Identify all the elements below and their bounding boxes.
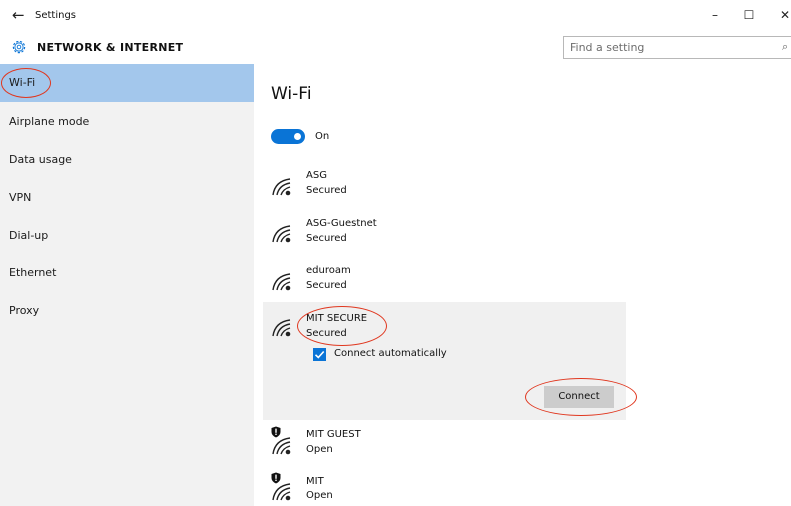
sidebar-item-proxy[interactable]: Proxy	[0, 292, 254, 330]
maximize-button[interactable]: ☐	[734, 4, 764, 26]
search-box[interactable]: ⌕	[563, 36, 791, 59]
connect-automatically-checkbox[interactable]	[313, 348, 326, 361]
sidebar-item-label: VPN	[9, 191, 32, 204]
checkmark-icon	[314, 350, 325, 359]
app-title: Settings	[35, 10, 77, 21]
annotation-circle-wifi	[1, 68, 51, 98]
network-item-mit-secure[interactable]: MIT SECURE Secured Connect automatically…	[263, 302, 637, 420]
sidebar-item-label: Ethernet	[9, 266, 57, 279]
network-status: Secured	[306, 185, 347, 196]
back-arrow-icon[interactable]: ←	[12, 6, 25, 24]
connect-automatically-label: Connect automatically	[334, 348, 447, 359]
sidebar-item-dial-up[interactable]: Dial-up	[0, 217, 254, 255]
annotation-circle-connect	[525, 378, 637, 416]
network-item-eduroam[interactable]: eduroam Secured	[263, 256, 626, 302]
network-name: ASG-Guestnet	[306, 218, 377, 229]
network-name: MIT	[306, 476, 324, 487]
network-status: Open	[306, 444, 333, 455]
title-bar: ← Settings – ☐ ✕	[0, 0, 791, 32]
network-status: Open	[306, 490, 333, 501]
toggle-knob	[294, 133, 301, 140]
network-status: Secured	[306, 233, 347, 244]
network-name: eduroam	[306, 265, 351, 276]
toggle-label: On	[315, 131, 330, 142]
network-item-mit-guest[interactable]: MIT GUEST Open	[263, 420, 626, 468]
wifi-signal-icon	[272, 319, 291, 337]
sidebar: Wi-Fi Airplane mode Data usage VPN Dial-…	[0, 64, 254, 506]
sidebar-item-label: Proxy	[9, 304, 40, 317]
close-button[interactable]: ✕	[770, 4, 791, 26]
network-status: Secured	[306, 280, 347, 291]
wifi-signal-icon	[272, 225, 291, 243]
sidebar-item-label: Data usage	[9, 153, 72, 166]
main-content: Wi-Fi On ASG Secured ASG-Guestnet Secure…	[254, 64, 791, 506]
minimize-button[interactable]: –	[700, 4, 730, 26]
wifi-signal-icon	[272, 178, 291, 196]
gear-icon	[12, 40, 26, 54]
section-title: NETWORK & INTERNET	[37, 41, 184, 54]
sidebar-item-data-usage[interactable]: Data usage	[0, 141, 254, 179]
header-row: NETWORK & INTERNET ⌕	[0, 32, 791, 64]
sidebar-item-airplane-mode[interactable]: Airplane mode	[0, 103, 254, 141]
sidebar-item-label: Airplane mode	[9, 115, 90, 128]
sidebar-item-label: Dial-up	[9, 229, 49, 242]
search-icon[interactable]: ⌕	[782, 40, 788, 54]
network-item-mit[interactable]: MIT Open	[263, 468, 626, 506]
network-name: ASG	[306, 170, 327, 181]
sidebar-item-vpn[interactable]: VPN	[0, 179, 254, 217]
network-item-asg-guestnet[interactable]: ASG-Guestnet Secured	[263, 209, 626, 256]
search-input[interactable]	[570, 40, 770, 55]
page-title: Wi-Fi	[271, 84, 312, 104]
wifi-signal-icon	[272, 273, 291, 291]
network-item-asg[interactable]: ASG Secured	[263, 163, 626, 209]
annotation-circle-network	[297, 306, 387, 346]
wifi-toggle[interactable]	[271, 129, 305, 144]
wifi-signal-icon	[272, 437, 291, 455]
sidebar-item-ethernet[interactable]: Ethernet	[0, 254, 254, 292]
wifi-signal-icon	[272, 483, 291, 501]
sidebar-item-wifi[interactable]: Wi-Fi	[0, 64, 254, 102]
network-name: MIT GUEST	[306, 429, 361, 440]
